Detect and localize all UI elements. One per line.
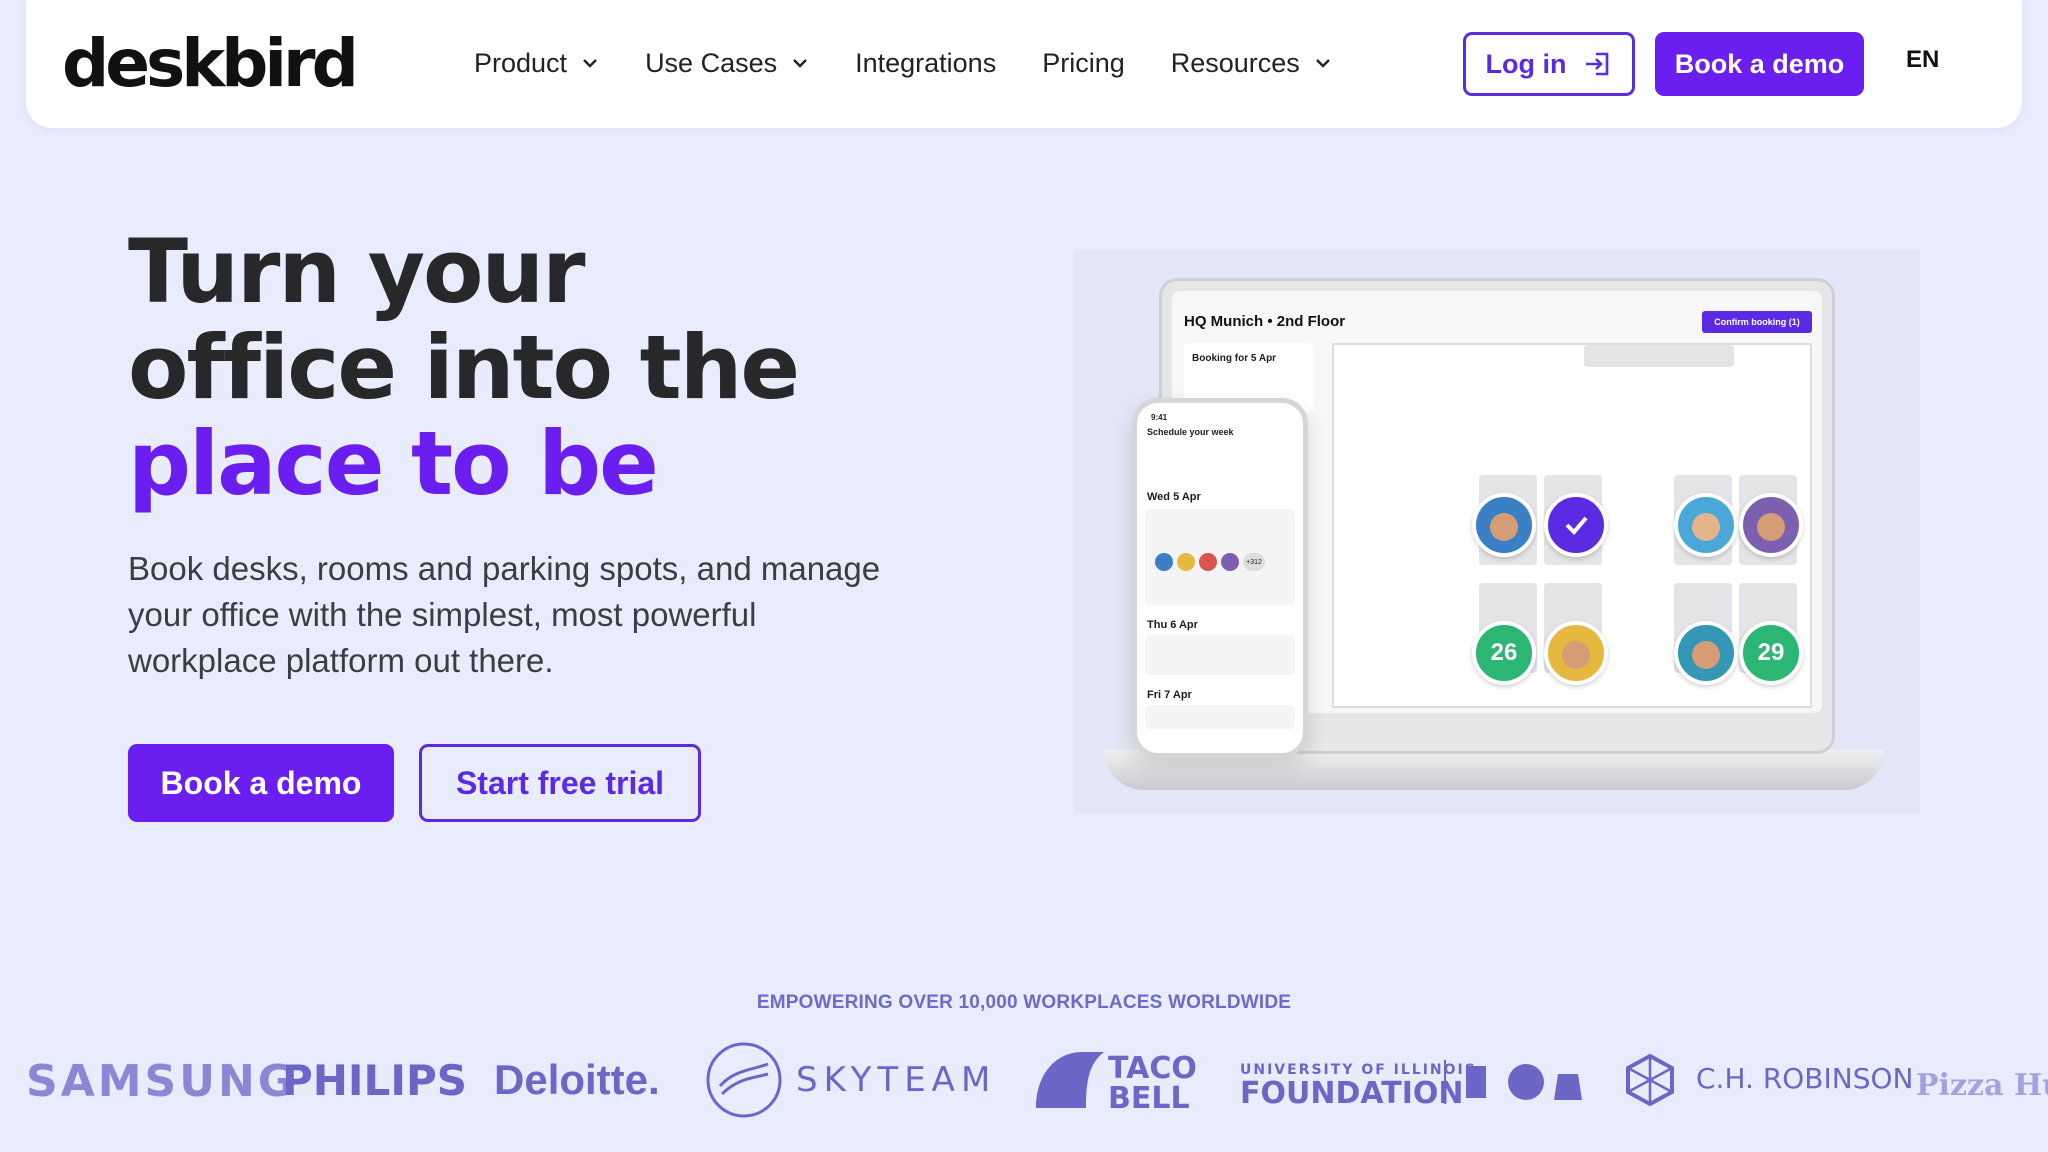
phone-day-card	[1145, 705, 1295, 729]
headline-line-2: office into the	[128, 316, 800, 419]
language-selector[interactable]: EN	[1906, 46, 1939, 74]
user-avatar	[1544, 621, 1608, 685]
university-seals-icon	[1444, 1060, 1582, 1104]
skyteam-logo: SKYTEAM	[796, 1060, 997, 1100]
chevron-down-icon	[793, 59, 807, 68]
samsung-logo: SAMSUNG	[26, 1056, 297, 1107]
nav-item-resources[interactable]: Resources	[1171, 40, 1332, 86]
product-mockup-image: HQ Munich • 2nd Floor Confirm booking (1…	[1074, 250, 1920, 813]
logos-tagline: EMPOWERING OVER 10,000 WORKPLACES WORLDW…	[756, 992, 1292, 1013]
nav-item-label: Pricing	[1042, 47, 1125, 78]
pizza-hut-logo: Pizza Hut	[1916, 1068, 2048, 1103]
checkmark-icon	[1544, 493, 1608, 557]
book-demo-nav-button[interactable]: Book a demo	[1655, 32, 1864, 96]
phone-day-card	[1145, 635, 1295, 675]
deloitte-logo: Deloitte.	[494, 1056, 660, 1103]
nav-item-label: Product	[474, 47, 568, 78]
philips-logo: PHILIPS	[282, 1056, 467, 1105]
phone-avatar-row: +312	[1155, 553, 1265, 571]
phone-day-label: Fri 7 Apr	[1147, 689, 1192, 701]
avatar-overflow-count: +312	[1243, 553, 1265, 571]
user-avatar	[1177, 553, 1195, 571]
hero-subtext: Book desks, rooms and parking spots, and…	[128, 550, 881, 679]
deskbird-logo[interactable]: deskbird	[62, 26, 359, 102]
ch-robinson-logo: C.H. ROBINSON	[1696, 1062, 1914, 1095]
nav-item-product[interactable]: Product	[474, 40, 599, 86]
nav-item-integrations[interactable]: Integrations	[855, 40, 996, 86]
booking-panel-title: Booking for 5 Apr	[1192, 353, 1277, 364]
phone-day-card: +312	[1145, 509, 1295, 605]
user-avatar	[1221, 553, 1239, 571]
headline-line-1: Turn your	[128, 220, 586, 323]
customer-logos: SAMSUNG PHILIPS Deloitte. SKYTEAM TACO B…	[0, 1040, 2048, 1130]
desk	[1584, 345, 1734, 367]
phone-day-label: Thu 6 Apr	[1147, 619, 1198, 631]
floor-map: 26 29	[1332, 343, 1812, 708]
phone-day-label: Wed 5 Apr	[1147, 491, 1201, 503]
seat-number-badge: 29	[1739, 621, 1803, 685]
main-menu: Product Use Cases Integrations Pricing R…	[474, 40, 1378, 86]
chevron-down-icon	[1315, 59, 1330, 68]
user-avatar	[1674, 493, 1738, 557]
ch-robinson-emblem-icon	[1626, 1053, 1674, 1107]
user-avatar	[1199, 553, 1217, 571]
start-free-trial-button[interactable]: Start free trial	[419, 744, 701, 822]
book-demo-button[interactable]: Book a demo	[128, 744, 394, 822]
login-button[interactable]: Log in	[1463, 32, 1635, 96]
user-avatar	[1155, 553, 1173, 571]
floor-title: HQ Munich • 2nd Floor	[1184, 313, 1346, 330]
phone-time: 9:41	[1151, 413, 1168, 422]
confirm-booking-button: Confirm booking (1)	[1702, 311, 1812, 333]
login-arrow-icon	[1586, 52, 1609, 76]
user-avatar	[1674, 621, 1738, 685]
chevron-down-icon	[583, 59, 597, 68]
nav-item-use-cases[interactable]: Use Cases	[645, 40, 809, 86]
login-label: Log in	[1485, 48, 1567, 79]
nav-item-label: Integrations	[855, 47, 997, 78]
taco-bell-bell-icon	[1036, 1052, 1104, 1108]
phone-mockup: 9:41 Schedule your week Wed 5 Apr +312 T…	[1132, 398, 1308, 758]
taco-bell-logo: TACO BELL	[1108, 1051, 1197, 1116]
nav-item-pricing[interactable]: Pricing	[1042, 40, 1125, 86]
hero-headline: Turn your office into the place to be	[128, 220, 800, 515]
skyteam-emblem-icon	[706, 1042, 782, 1118]
nav-item-label: Resources	[1170, 47, 1300, 78]
headline-accent: place to be	[128, 412, 659, 515]
nav-item-label: Use Cases	[645, 47, 778, 78]
user-avatar	[1739, 493, 1803, 557]
seat-number-badge: 26	[1472, 621, 1536, 685]
phone-title: Schedule your week	[1147, 427, 1234, 437]
uillinois-foundation-logo: FOUNDATION	[1240, 1076, 1464, 1111]
user-avatar	[1472, 493, 1536, 557]
